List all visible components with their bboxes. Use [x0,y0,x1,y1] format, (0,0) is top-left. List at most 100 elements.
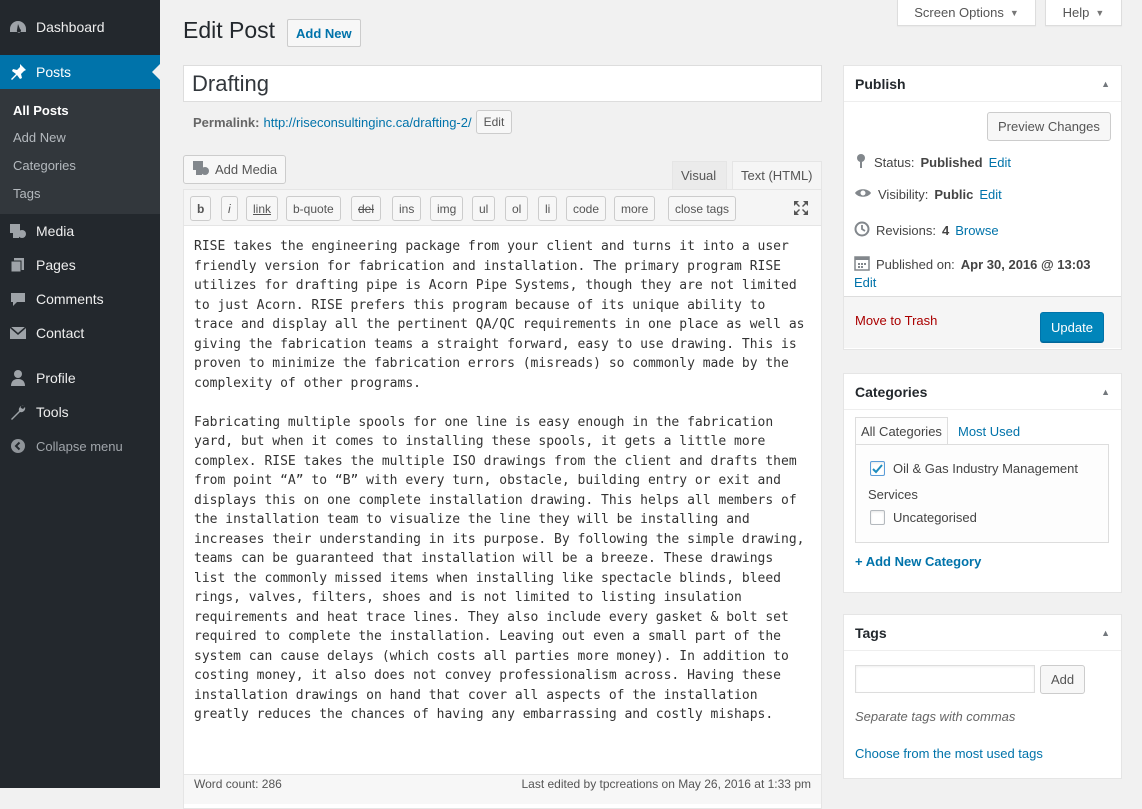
add-media-button[interactable]: Add Media [183,155,287,184]
qt-img-button[interactable]: img [430,196,464,221]
publish-actions: Move to Trash Update [844,296,1121,348]
menu-media[interactable]: Media [0,214,160,248]
move-to-trash-link[interactable]: Move to Trash [855,313,937,328]
published-on-edit-link[interactable]: Edit [854,275,876,290]
tag-input[interactable] [855,665,1035,693]
category-label: Uncategorised [893,510,977,525]
tags-heading-label: Tags [855,624,887,641]
collapse-menu-label: Collapse menu [36,438,123,454]
add-media-icon [192,160,210,179]
publish-heading[interactable]: Publish ▲ [844,66,1121,102]
eye-icon [854,187,872,202]
qt-ol-button[interactable]: ol [505,196,529,221]
add-tag-button[interactable]: Add [1040,665,1086,694]
tab-visual[interactable]: Visual [672,161,727,189]
qt-link-button[interactable]: link [246,196,279,221]
qt-ins-button[interactable]: ins [392,196,422,221]
post-content-textarea[interactable]: RISE takes the engineering package from … [194,237,814,725]
qt-close-tags-button[interactable]: close tags [668,196,737,221]
submenu-all-posts[interactable]: All Posts [13,103,69,118]
fullscreen-icon[interactable] [792,199,810,220]
revisions-label: Revisions: [876,223,936,238]
status-edit-link[interactable]: Edit [989,155,1011,170]
pushpin-icon [0,63,36,81]
permalink-link[interactable]: http://riseconsultinginc.ca/drafting-2/ [263,115,471,130]
visibility-edit-link[interactable]: Edit [979,187,1001,202]
admin-menu: Dashboard Posts All Posts Add New Catego… [0,0,160,788]
qt-italic-button[interactable]: i [221,196,238,221]
tab-text-html[interactable]: Text (HTML) [732,161,822,189]
categories-heading[interactable]: Categories ▲ [844,374,1121,410]
qt-more-button[interactable]: more [614,196,656,221]
collapse-arrow-icon[interactable]: ▲ [1101,628,1110,638]
visibility-row: Visibility: Public Edit [854,187,1002,202]
caret-down-icon: ▼ [1095,7,1105,18]
category-label: Oil & Gas Industry Management [893,461,1078,476]
qt-del-button[interactable]: del [351,196,382,221]
submenu-add-new[interactable]: Add New [13,130,66,145]
checkbox-unchecked[interactable] [870,510,885,525]
menu-profile-label: Profile [36,370,76,386]
caret-down-icon: ▼ [1009,7,1019,18]
comments-icon [0,291,36,307]
pages-icon [0,257,36,273]
menu-comments[interactable]: Comments [0,282,160,316]
menu-tools[interactable]: Tools [0,395,160,429]
menu-dashboard-label: Dashboard [36,19,105,35]
tab-all-categories[interactable]: All Categories [855,417,948,445]
pin-icon [854,153,868,172]
editor-status-bar: Word count: 286 Last edited by tpcreatio… [184,774,821,804]
user-icon [0,369,36,387]
add-media-label: Add Media [215,162,278,177]
help-button[interactable]: Help ▼ [1045,0,1122,26]
screen-options-label: Screen Options [914,5,1004,20]
collapse-menu[interactable]: Collapse menu [0,429,160,463]
categories-list: Oil & Gas Industry Management Services U… [855,444,1109,543]
submenu-categories[interactable]: Categories [13,158,76,173]
menu-dashboard[interactable]: Dashboard [0,10,160,44]
menu-pages[interactable]: Pages [0,248,160,282]
menu-media-label: Media [36,223,75,239]
publish-box: Publish ▲ Preview Changes Status: Publis… [843,65,1122,350]
update-button[interactable]: Update [1040,312,1104,342]
post-title-input[interactable]: Drafting [183,65,822,102]
qt-bold-button[interactable]: b [190,196,212,221]
last-edited: Last edited by tpcreations on May 26, 20… [521,777,811,791]
collapse-arrow-icon[interactable]: ▲ [1101,79,1110,89]
qt-code-button[interactable]: code [566,196,607,221]
tab-most-used[interactable]: Most Used [953,417,1025,445]
menu-posts-label: Posts [36,64,72,80]
wrench-icon [0,404,36,420]
calendar-icon [854,255,870,274]
permalink-edit-button[interactable]: Edit [475,110,513,134]
revisions-row: Revisions: 4 Browse [854,221,999,240]
editor-area: b i link b-quote del ins img ul ol li co… [183,189,822,809]
collapse-arrow-icon[interactable]: ▲ [1101,387,1110,397]
category-label-continued: Services [868,487,918,502]
checkmark-icon [872,464,883,474]
tags-heading[interactable]: Tags ▲ [844,615,1121,651]
mail-icon [0,326,36,340]
add-new-post-button[interactable]: Add New [287,19,361,47]
submenu-tags[interactable]: Tags [13,186,40,201]
page-title: Edit Post [183,17,276,43]
screen-options-button[interactable]: Screen Options ▼ [897,0,1036,26]
media-icon [0,223,36,239]
qt-li-button[interactable]: li [538,196,558,221]
status-label: Status: [874,155,915,170]
categories-heading-label: Categories [855,383,928,400]
menu-comments-label: Comments [36,291,104,307]
menu-posts[interactable]: Posts [0,55,160,89]
qt-blockquote-button[interactable]: b-quote [286,196,341,221]
category-item[interactable]: Oil & Gas Industry Management [870,461,1078,476]
preview-changes-button[interactable]: Preview Changes [987,112,1111,141]
menu-contact[interactable]: Contact [0,316,160,350]
choose-most-used-tags-link[interactable]: Choose from the most used tags [855,746,1043,761]
qt-ul-button[interactable]: ul [472,196,496,221]
status-row: Status: Published Edit [854,153,1011,172]
category-item[interactable]: Uncategorised [870,510,977,525]
add-new-category-link[interactable]: + Add New Category [855,554,981,569]
checkbox-checked[interactable] [870,461,885,476]
revisions-browse-link[interactable]: Browse [955,223,998,238]
menu-profile[interactable]: Profile [0,361,160,395]
